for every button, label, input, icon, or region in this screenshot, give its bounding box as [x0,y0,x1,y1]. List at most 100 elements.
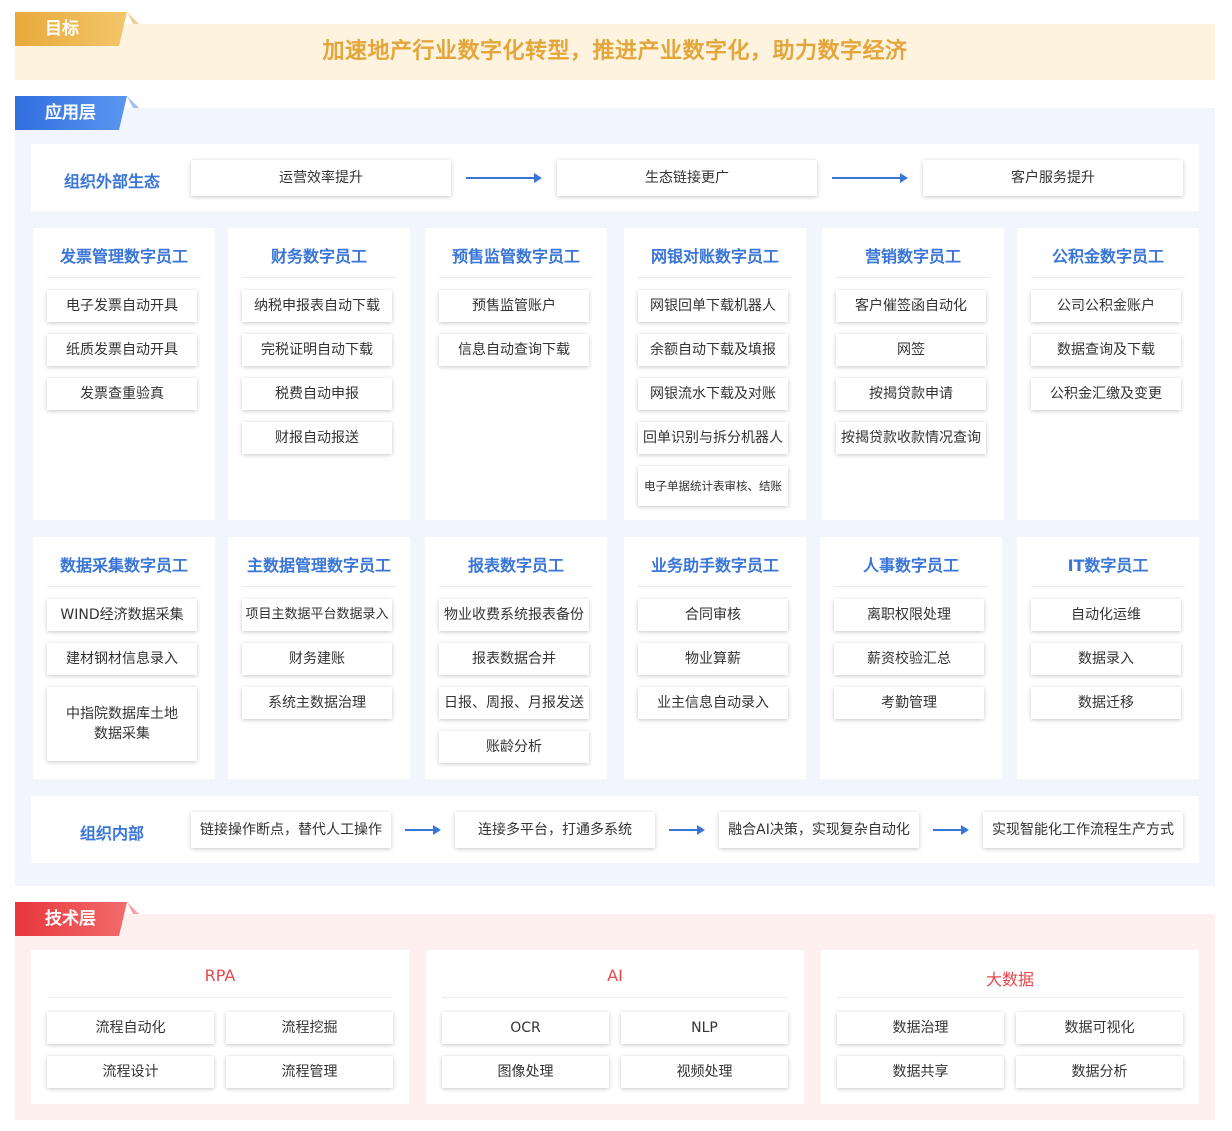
card-title: 公积金数字员工 [1051,247,1164,266]
arrow-right-icon [466,173,542,183]
external-step: 运营效率提升 [191,160,451,196]
capability-item: 业主信息自动录入 [638,687,788,719]
arrow-right-icon [405,825,441,835]
digital-worker-card-housing-fund: 公积金数字员工 公司公积金账户 数据查询及下载 公积金汇缴及变更 [1017,228,1199,520]
capability-item: 回单识别与拆分机器人 [638,422,788,454]
capability-item: 财报自动报送 [242,422,392,454]
tech-item: 数据分析 [1016,1056,1183,1088]
digital-worker-card-master-data: 主数据管理数字员工 项目主数据平台数据录入 财务建账 系统主数据治理 [228,537,410,779]
application-layer-tag: 应用层 [15,96,139,130]
digital-worker-card-it: IT数字员工 自动化运维 数据录入 数据迁移 [1017,537,1199,779]
capability-item: 报表数据合并 [439,643,589,675]
capability-item: 财务建账 [242,643,392,675]
capability-item: 薪资校验汇总 [834,643,984,675]
capability-item: 物业收费系统报表备份 [439,599,589,631]
card-title: 人事数字员工 [862,556,959,575]
capability-item: 余额自动下载及填报 [638,334,788,366]
divider [47,586,201,587]
capability-item: 电子单据统计表审核、结账 [638,466,788,506]
tech-card-title: AI [607,966,623,985]
tech-card-title: 大数据 [985,970,1034,989]
divider [1031,277,1185,278]
card-title: 预售监管数字员工 [451,247,580,266]
capability-item: 完税证明自动下载 [242,334,392,366]
tech-card-title: RPA [204,966,236,985]
capability-item: 按揭贷款申请 [836,378,986,410]
capability-item: 项目主数据平台数据录入 [242,599,392,631]
divider [442,997,788,998]
digital-worker-card-bank: 网银对账数字员工 网银回单下载机器人 余额自动下载及填报 网银流水下载及对账 回… [624,228,806,520]
tech-card-big-data: 大数据 数据治理 数据可视化 数据共享 数据分析 [821,950,1199,1104]
card-title: 业务助手数字员工 [650,556,779,575]
capability-item: 数据录入 [1031,643,1181,675]
capability-item: 离职权限处理 [834,599,984,631]
capability-item: 信息自动查询下载 [439,334,589,366]
divider [47,997,393,998]
capability-item: 网签 [836,334,986,366]
tech-layer-tag: 技术层 [15,902,139,936]
divider [242,277,396,278]
digital-worker-card-hr: 人事数字员工 离职权限处理 薪资校验汇总 考勤管理 [820,537,1002,779]
capability-item: 纸质发票自动开具 [47,334,197,366]
internal-step: 连接多平台，打通多系统 [455,812,655,848]
internal-step: 链接操作断点，替代人工操作 [191,812,391,848]
arrow-right-icon [933,825,969,835]
capability-item: 日报、周报、月报发送 [439,687,589,719]
capability-item: 建材钢材信息录入 [47,643,197,675]
card-title: 数据采集数字员工 [59,556,188,575]
tech-item: 数据可视化 [1016,1012,1183,1044]
tech-layer-tag-label: 技术层 [45,909,96,929]
tech-item: 数据共享 [837,1056,1004,1088]
card-title: 报表数字员工 [467,556,564,575]
card-title: 发票管理数字员工 [59,247,188,266]
card-title: 营销数字员工 [864,247,961,266]
capability-item: 合同审核 [638,599,788,631]
application-layer-tag-label: 应用层 [45,103,96,123]
capability-item: 电子发票自动开具 [47,290,197,322]
capability-item: 数据迁移 [1031,687,1181,719]
tech-item: 流程管理 [226,1056,393,1088]
external-ecosystem-title: 组织外部生态 [64,172,161,191]
tech-item: 数据治理 [837,1012,1004,1044]
tech-item: 视频处理 [621,1056,788,1088]
divider [638,586,792,587]
capability-item: 按揭贷款收款情况查询 [836,422,986,454]
internal-title: 组织内部 [80,824,145,843]
tech-item: 图像处理 [442,1056,609,1088]
card-title: 网银对账数字员工 [650,247,779,266]
divider [439,277,593,278]
capability-item: 预售监管账户 [439,290,589,322]
divider [242,586,396,587]
divider [1031,586,1185,587]
capability-item: 发票查重验真 [47,378,197,410]
capability-item: 账龄分析 [439,731,589,763]
goal-text: 加速地产行业数字化转型，推进产业数字化，助力数字经济 [322,39,908,64]
tech-item: 流程挖掘 [226,1012,393,1044]
capability-item: 网银回单下载机器人 [638,290,788,322]
arrow-right-icon [669,825,705,835]
capability-item: 网银流水下载及对账 [638,378,788,410]
tech-item: OCR [442,1012,609,1044]
divider [638,277,792,278]
tech-item: NLP [621,1012,788,1044]
capability-item: 物业算薪 [638,643,788,675]
digital-worker-card-marketing: 营销数字员工 客户催签函自动化 网签 按揭贷款申请 按揭贷款收款情况查询 [822,228,1004,520]
tech-item: 流程自动化 [47,1012,214,1044]
tech-card-rpa: RPA 流程自动化 流程挖掘 流程设计 流程管理 [31,950,409,1104]
digital-worker-card-finance: 财务数字员工 纳税申报表自动下载 完税证明自动下载 税费自动申报 财报自动报送 [228,228,410,520]
card-title: 财务数字员工 [270,247,367,266]
external-step: 客户服务提升 [923,160,1183,196]
digital-worker-card-presale: 预售监管数字员工 预售监管账户 信息自动查询下载 [425,228,607,520]
capability-item: 纳税申报表自动下载 [242,290,392,322]
capability-item: 公司公积金账户 [1031,290,1181,322]
capability-item: 客户催签函自动化 [836,290,986,322]
divider [834,586,988,587]
tech-card-ai: AI OCR NLP 图像处理 视频处理 [426,950,804,1104]
capability-item: 考勤管理 [834,687,984,719]
arrow-right-icon [832,173,908,183]
capability-item: 自动化运维 [1031,599,1181,631]
divider [439,586,593,587]
external-step: 生态链接更广 [557,160,817,196]
capability-item: 税费自动申报 [242,378,392,410]
divider [47,277,201,278]
